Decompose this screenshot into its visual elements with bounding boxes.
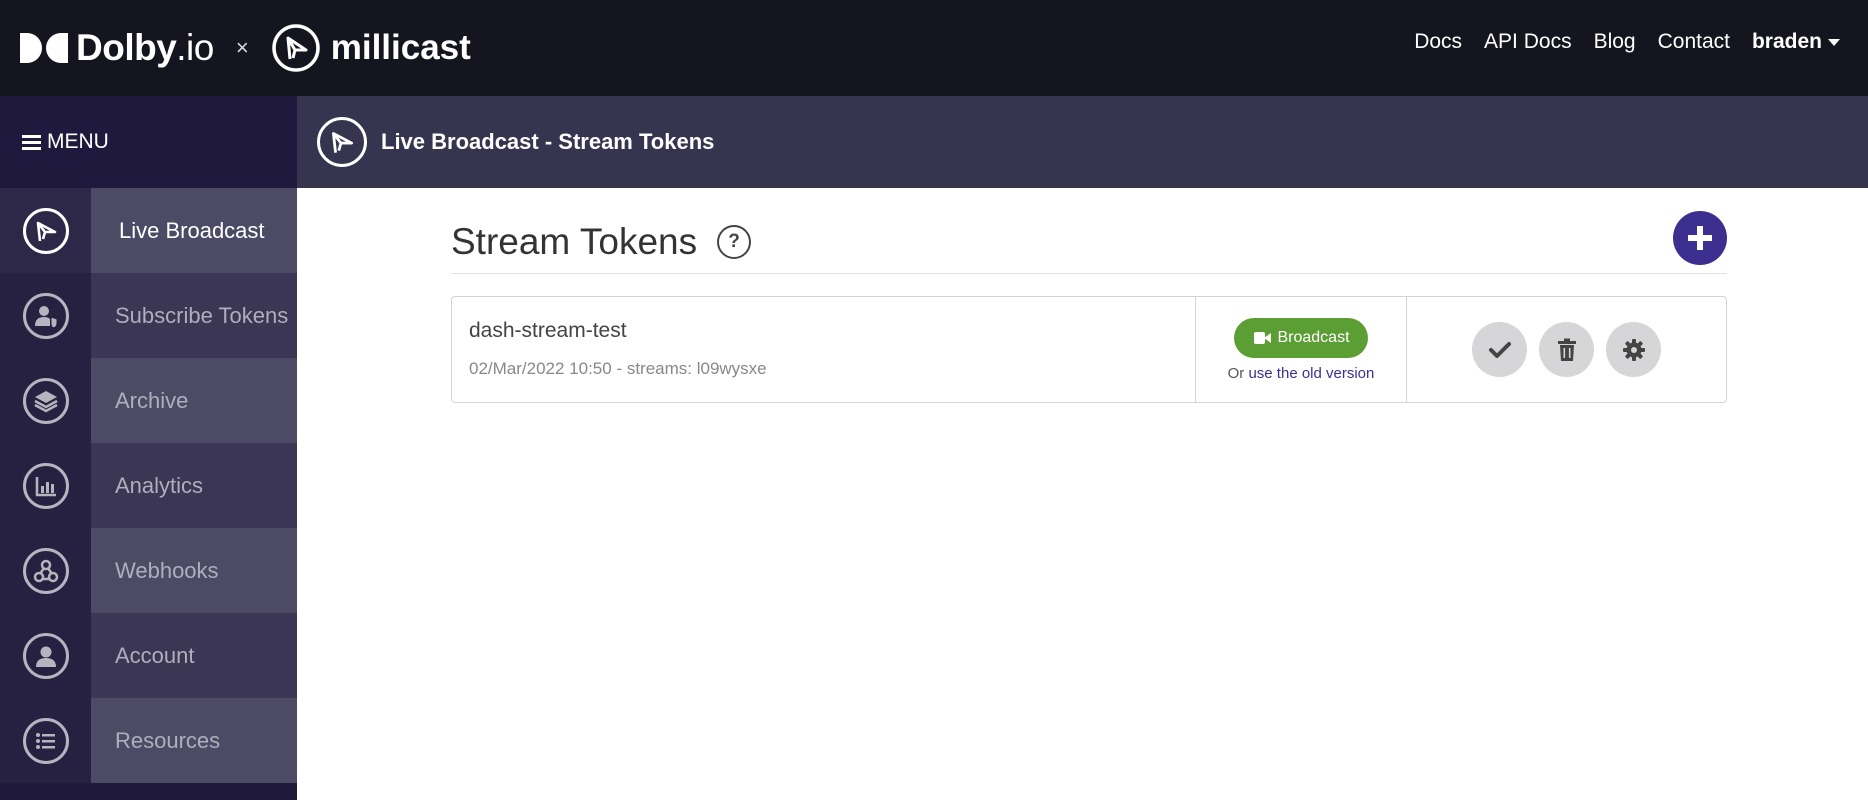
sidebar-item-label: Resources (91, 698, 297, 783)
webhook-icon (22, 547, 69, 594)
hamburger-icon (22, 134, 41, 150)
sidebar-item-account[interactable]: Account (0, 613, 297, 698)
sidebar-item-label: Analytics (91, 443, 297, 528)
sidebar-item-archive[interactable]: Archive (0, 358, 297, 443)
broadcast-button[interactable]: Broadcast (1234, 317, 1368, 358)
gear-icon (1622, 338, 1645, 361)
section-title: Stream Tokens (451, 220, 698, 262)
trash-icon (1557, 338, 1576, 361)
token-actions (1407, 297, 1726, 402)
or-text: Or (1227, 364, 1245, 382)
nav-blog-link[interactable]: Blog (1594, 30, 1636, 54)
sidebar-item-label: Webhooks (91, 528, 297, 613)
menu-label: MENU (47, 130, 109, 153)
token-broadcast-cell: Broadcast Or use the old version (1196, 297, 1407, 402)
list-icon (22, 717, 69, 764)
nav-contact-link[interactable]: Contact (1658, 30, 1730, 54)
brand-logos[interactable]: Dolby.io × millicast (20, 18, 471, 78)
page-title: Live Broadcast - Stream Tokens (381, 129, 715, 154)
user-menu-dropdown[interactable]: braden (1752, 30, 1840, 54)
main-content: Stream Tokens ? dash-stream-test 02/Mar/… (451, 210, 1727, 403)
help-icon[interactable]: ? (717, 224, 752, 259)
user-icon (22, 632, 69, 679)
page-header: Live Broadcast - Stream Tokens (297, 96, 1868, 188)
dolby-wordmark: Dolby.io (76, 27, 214, 68)
sidebar-item-label: Subscribe Tokens (91, 273, 297, 358)
username: braden (1751, 30, 1822, 53)
token-meta: 02/Mar/2022 10:50 - streams: l09wysxe (469, 359, 767, 378)
top-navbar: Dolby.io × millicast Docs API Docs Blog … (0, 0, 1868, 96)
millicast-icon (22, 207, 69, 254)
menu-toggle[interactable]: MENU (0, 96, 297, 188)
delete-token-button[interactable] (1539, 322, 1594, 377)
nav-api-docs-link[interactable]: API Docs (1484, 30, 1572, 54)
old-version-line: Or use the old version (1228, 365, 1375, 382)
broadcast-label: Broadcast (1277, 328, 1350, 346)
sidebar-item-subscribe-tokens[interactable]: Subscribe Tokens (0, 273, 297, 358)
nav-docs-link[interactable]: Docs (1414, 30, 1462, 54)
add-token-button[interactable] (1673, 211, 1727, 265)
token-name: dash-stream-test (469, 319, 627, 342)
sidebar-item-resources[interactable]: Resources (0, 698, 297, 783)
sidebar-item-label: Archive (91, 358, 297, 443)
layers-icon (22, 377, 69, 424)
partner-separator: × (235, 35, 249, 60)
plus-icon (1688, 226, 1712, 250)
sidebar-item-analytics[interactable]: Analytics (0, 443, 297, 528)
millicast-icon (317, 117, 367, 167)
caret-down-icon (1828, 38, 1840, 46)
dolby-logo-mark (20, 33, 68, 63)
token-card: dash-stream-test 02/Mar/2022 10:50 - str… (451, 296, 1727, 403)
token-settings-button[interactable] (1606, 322, 1661, 377)
sidebar-item-webhooks[interactable]: Webhooks (0, 528, 297, 613)
top-nav-links: Docs API Docs Blog Contact braden (1414, 30, 1840, 54)
enable-token-button[interactable] (1472, 322, 1527, 377)
section-header: Stream Tokens ? (451, 210, 1727, 274)
sidebar-item-live-broadcast[interactable]: Live Broadcast (0, 188, 297, 273)
old-version-link[interactable]: use the old version (1248, 365, 1374, 382)
sidebar-item-label: Live Broadcast (91, 188, 297, 273)
sidebar-item-label: Account (91, 613, 297, 698)
video-camera-icon (1254, 331, 1272, 344)
check-icon (1488, 341, 1511, 358)
millicast-logo-icon (271, 24, 320, 72)
millicast-wordmark: millicast (330, 28, 471, 67)
bar-chart-icon (22, 462, 69, 509)
user-shield-icon (22, 292, 69, 339)
token-info: dash-stream-test 02/Mar/2022 10:50 - str… (452, 297, 1196, 402)
sidebar: MENU Live Broadcast Subscribe Tokens Arc… (0, 96, 297, 800)
